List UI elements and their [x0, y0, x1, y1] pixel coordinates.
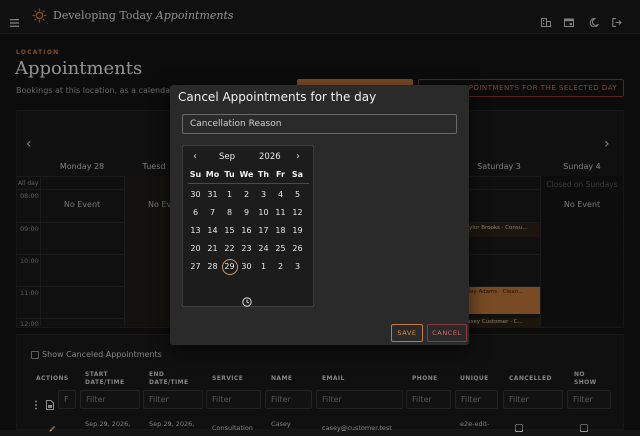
- day-cell[interactable]: 1: [255, 258, 272, 276]
- day-cell[interactable]: 4: [272, 186, 289, 204]
- day-cell[interactable]: 19: [289, 222, 306, 240]
- weekday-row: Su Mo Tu We Th Fr Sa: [187, 170, 306, 179]
- day-cell[interactable]: 30: [187, 186, 204, 204]
- dialog-title: Cancel Appointments for the day: [178, 90, 377, 104]
- week-row: 13 14 15 16 17 18 19: [187, 222, 306, 240]
- picker-divider: [188, 183, 309, 184]
- weekday-label: Th: [257, 170, 270, 179]
- week-row: 30 31 1 2 3 4 5: [187, 186, 306, 204]
- day-grid: 30 31 1 2 3 4 5 6 7 8 9 10 11 12 13 14 15 16 17 18 19 20 21 22 2…: [187, 186, 306, 276]
- day-cell[interactable]: 16: [238, 222, 255, 240]
- day-cell[interactable]: 10: [255, 204, 272, 222]
- day-cell[interactable]: 21: [204, 240, 221, 258]
- day-cell[interactable]: 27: [187, 258, 204, 276]
- save-button[interactable]: SAVE: [391, 324, 423, 342]
- weekday-label: Fr: [276, 170, 285, 179]
- cancel-day-dialog: Cancel Appointments for the day Cancella…: [170, 85, 469, 345]
- cancellation-reason-input[interactable]: Cancellation Reason: [182, 114, 457, 134]
- weekday-label: Mo: [205, 170, 220, 179]
- day-cell[interactable]: 12: [289, 204, 306, 222]
- picker-year[interactable]: 2026: [259, 152, 281, 162]
- clock-icon[interactable]: [242, 292, 252, 307]
- day-cell[interactable]: 20: [187, 240, 204, 258]
- week-row: 6 7 8 9 10 11 12: [187, 204, 306, 222]
- selected-day-label: 29: [224, 262, 235, 271]
- day-cell[interactable]: 7: [204, 204, 221, 222]
- picker-month[interactable]: Sep: [219, 152, 235, 162]
- day-cell[interactable]: 13: [187, 222, 204, 240]
- day-cell[interactable]: 14: [204, 222, 221, 240]
- day-cell[interactable]: 22: [221, 240, 238, 258]
- day-cell[interactable]: 2: [238, 186, 255, 204]
- day-cell[interactable]: 23: [238, 240, 255, 258]
- day-cell[interactable]: 8: [221, 204, 238, 222]
- day-cell[interactable]: 29: [221, 258, 238, 276]
- day-cell[interactable]: 9: [238, 204, 255, 222]
- day-cell[interactable]: 3: [255, 186, 272, 204]
- week-row: 27 28 29 30 1 2 3: [187, 258, 306, 276]
- next-month-icon[interactable]: ›: [296, 151, 300, 162]
- weekday-label: We: [239, 170, 254, 179]
- day-cell[interactable]: 30: [238, 258, 255, 276]
- day-cell[interactable]: 18: [272, 222, 289, 240]
- day-cell[interactable]: 2: [272, 258, 289, 276]
- week-row: 20 21 22 23 24 25 26: [187, 240, 306, 258]
- weekday-label: Su: [189, 170, 202, 179]
- cancel-button[interactable]: CANCEL: [427, 324, 467, 342]
- day-cell[interactable]: 25: [272, 240, 289, 258]
- day-cell[interactable]: 1: [221, 186, 238, 204]
- day-cell[interactable]: 26: [289, 240, 306, 258]
- day-cell[interactable]: 3: [289, 258, 306, 276]
- day-cell[interactable]: 31: [204, 186, 221, 204]
- day-cell[interactable]: 6: [187, 204, 204, 222]
- weekday-label: Tu: [224, 170, 235, 179]
- day-cell[interactable]: 17: [255, 222, 272, 240]
- date-picker: ‹ Sep 2026 › Su Mo Tu We Th Fr Sa 30 31 1 2…: [182, 145, 314, 307]
- day-cell[interactable]: 28: [204, 258, 221, 276]
- day-cell[interactable]: 15: [221, 222, 238, 240]
- day-cell[interactable]: 5: [289, 186, 306, 204]
- prev-month-icon[interactable]: ‹: [193, 151, 197, 162]
- day-cell[interactable]: 11: [272, 204, 289, 222]
- weekday-label: Sa: [291, 170, 304, 179]
- day-cell[interactable]: 24: [255, 240, 272, 258]
